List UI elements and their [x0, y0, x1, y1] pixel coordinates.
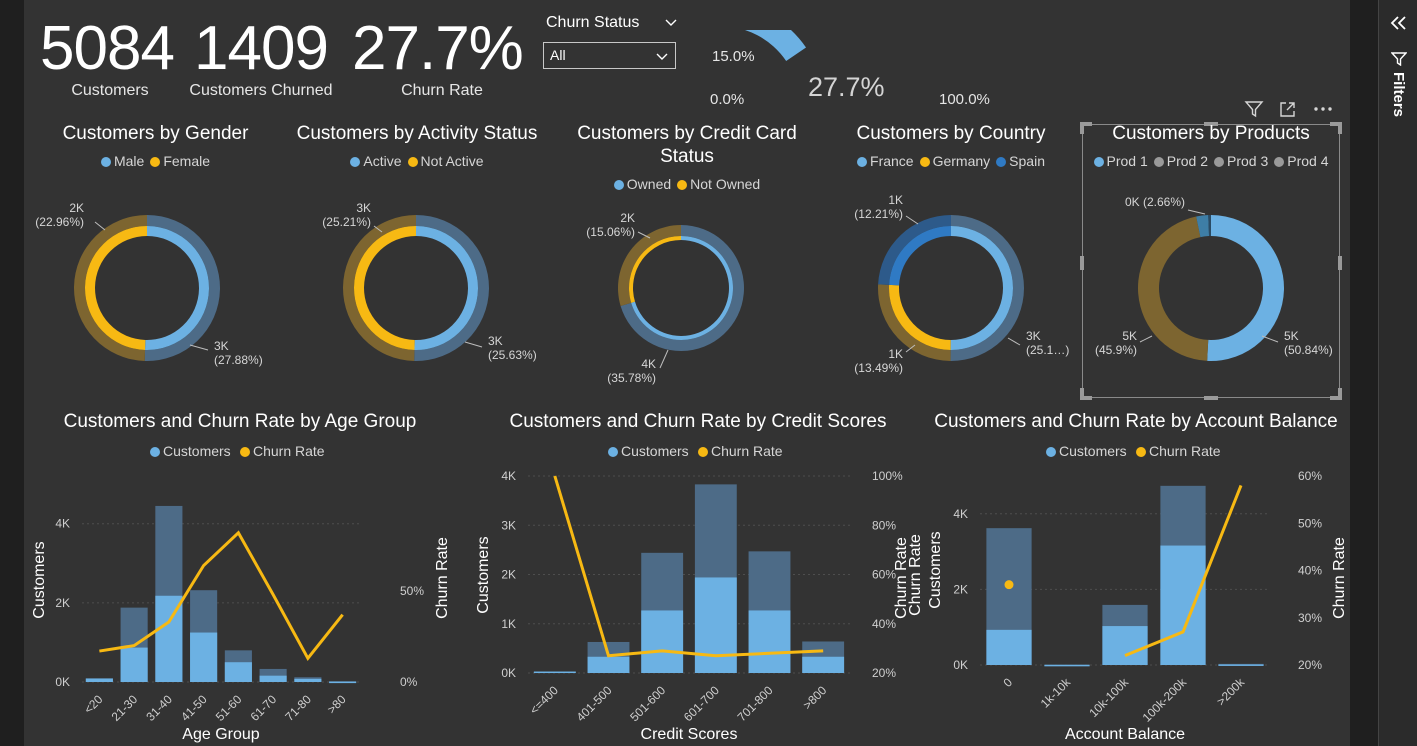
x-tick-label: 1k-10k: [1038, 675, 1074, 711]
bar-churned[interactable]: [224, 662, 252, 682]
x-tick-label: 31-40: [143, 692, 175, 724]
y-axis-title: Customers: [475, 536, 492, 613]
y-tick-label: 4K: [501, 469, 516, 483]
y-tick-label: 1K: [501, 617, 516, 631]
filters-label: Filters: [1390, 72, 1407, 118]
x-tick-label: 10k-100k: [1086, 675, 1132, 721]
y-tick-label: 2K: [953, 582, 968, 596]
bar-churned[interactable]: [1102, 626, 1148, 665]
bar-churned[interactable]: [1044, 664, 1090, 667]
y-tick-label: 3K: [501, 518, 516, 532]
x-tick-label: 51-60: [213, 692, 245, 724]
legend-dot-icon: [150, 447, 160, 457]
x-tick-label: >800: [800, 683, 829, 712]
y2-tick-label: 0%: [400, 675, 418, 689]
bar-churned[interactable]: [259, 675, 287, 682]
x-tick-label: 601-700: [681, 683, 722, 724]
legend-label[interactable]: Churn Rate: [711, 443, 783, 459]
y-axis-title: Churn Rate: [907, 534, 924, 616]
legend-label[interactable]: Customers: [621, 443, 689, 459]
combo-chart-2[interactable]: Customers and Churn Rate by Account Bala…: [907, 411, 1348, 743]
funnel-icon: [1391, 52, 1407, 66]
y2-tick-label: 20%: [1298, 658, 1322, 672]
filters-label-wrap: Filters: [1383, 72, 1413, 132]
y2-axis-title: Churn Rate: [1331, 537, 1348, 619]
churn-rate-marker[interactable]: [1004, 580, 1014, 590]
bar-churned[interactable]: [748, 610, 791, 673]
legend-label[interactable]: Churn Rate: [253, 443, 325, 459]
y2-tick-label: 50%: [400, 584, 424, 598]
y-tick-label: 2K: [501, 568, 516, 582]
y-tick-label: 4K: [55, 517, 70, 531]
bar-churned[interactable]: [1160, 545, 1206, 665]
legend-dot-icon: [1136, 447, 1146, 457]
bar-churned[interactable]: [694, 577, 737, 673]
legend-dot-icon: [1046, 447, 1056, 457]
legend-label[interactable]: Customers: [1059, 443, 1127, 459]
bar-churned[interactable]: [85, 678, 113, 682]
combo-chart-title: Customers and Churn Rate by Account Bala…: [934, 411, 1337, 432]
x-tick-label: 61-70: [248, 692, 280, 724]
bar-churned[interactable]: [986, 629, 1032, 665]
x-tick-label: >200k: [1214, 675, 1248, 709]
x-tick-label: 21-30: [109, 692, 141, 724]
bar-churned[interactable]: [120, 647, 148, 682]
legend-dot-icon: [608, 447, 618, 457]
y2-tick-label: 40%: [1298, 564, 1322, 578]
y2-tick-label: 80%: [872, 518, 896, 532]
y2-tick-label: 50%: [1298, 516, 1322, 530]
bar-churned[interactable]: [1218, 664, 1264, 666]
bar-churned[interactable]: [641, 610, 684, 673]
y-tick-label: 0K: [501, 666, 516, 680]
legend-label[interactable]: Churn Rate: [1149, 443, 1221, 459]
y2-tick-label: 30%: [1298, 611, 1322, 625]
legend-dot-icon: [698, 447, 708, 457]
combo-drawings: Customers and Churn Rate by Age Group Cus…: [31, 411, 1348, 743]
x-axis-title: Age Group: [182, 726, 259, 743]
bar-churned[interactable]: [294, 678, 322, 682]
combo-chart-title: Customers and Churn Rate by Age Group: [64, 411, 417, 432]
x-tick-label: 701-800: [735, 683, 776, 724]
y-axis-title: Customers: [31, 541, 48, 618]
y2-tick-label: 60%: [1298, 469, 1322, 483]
bar-churned[interactable]: [587, 656, 630, 673]
combo-chart-0[interactable]: Customers and Churn Rate by Age Group Cus…: [31, 411, 451, 743]
legend-dot-icon: [240, 447, 250, 457]
y2-axis-title: Churn Rate: [434, 537, 451, 619]
bar-churned[interactable]: [190, 632, 218, 682]
x-tick-label: 41-50: [178, 692, 210, 724]
x-tick-label: <20: [81, 692, 106, 717]
filters-pane[interactable]: Filters: [1378, 0, 1417, 746]
x-tick-label: 100k-200k: [1140, 675, 1190, 725]
y-tick-label: 4K: [953, 507, 968, 521]
x-tick-label: <=400: [527, 683, 561, 717]
y-tick-label: 2K: [55, 596, 70, 610]
y2-tick-label: 20%: [872, 666, 896, 680]
combo-chart-title: Customers and Churn Rate by Credit Score…: [510, 411, 887, 432]
legend-label[interactable]: Customers: [163, 443, 231, 459]
combo-chart-1[interactable]: Customers and Churn Rate by Credit Score…: [475, 411, 910, 743]
y-tick-label: 0K: [953, 658, 968, 672]
bar-churned[interactable]: [533, 671, 576, 674]
x-axis-title: Credit Scores: [641, 726, 738, 743]
x-tick-label: 0: [1000, 675, 1015, 690]
bar-churned[interactable]: [802, 656, 845, 673]
x-tick-label: >80: [324, 692, 349, 717]
y2-tick-label: 100%: [872, 469, 903, 483]
x-tick-label: 401-500: [574, 683, 615, 724]
y-tick-label: 0K: [55, 675, 70, 689]
double-chevron-left-icon[interactable]: [1389, 14, 1409, 32]
x-tick-label: 71-80: [282, 692, 314, 724]
y-axis-title: Customers: [927, 531, 944, 608]
bar-churned[interactable]: [329, 681, 357, 684]
x-axis-title: Account Balance: [1065, 726, 1185, 743]
x-tick-label: 501-600: [627, 683, 668, 724]
